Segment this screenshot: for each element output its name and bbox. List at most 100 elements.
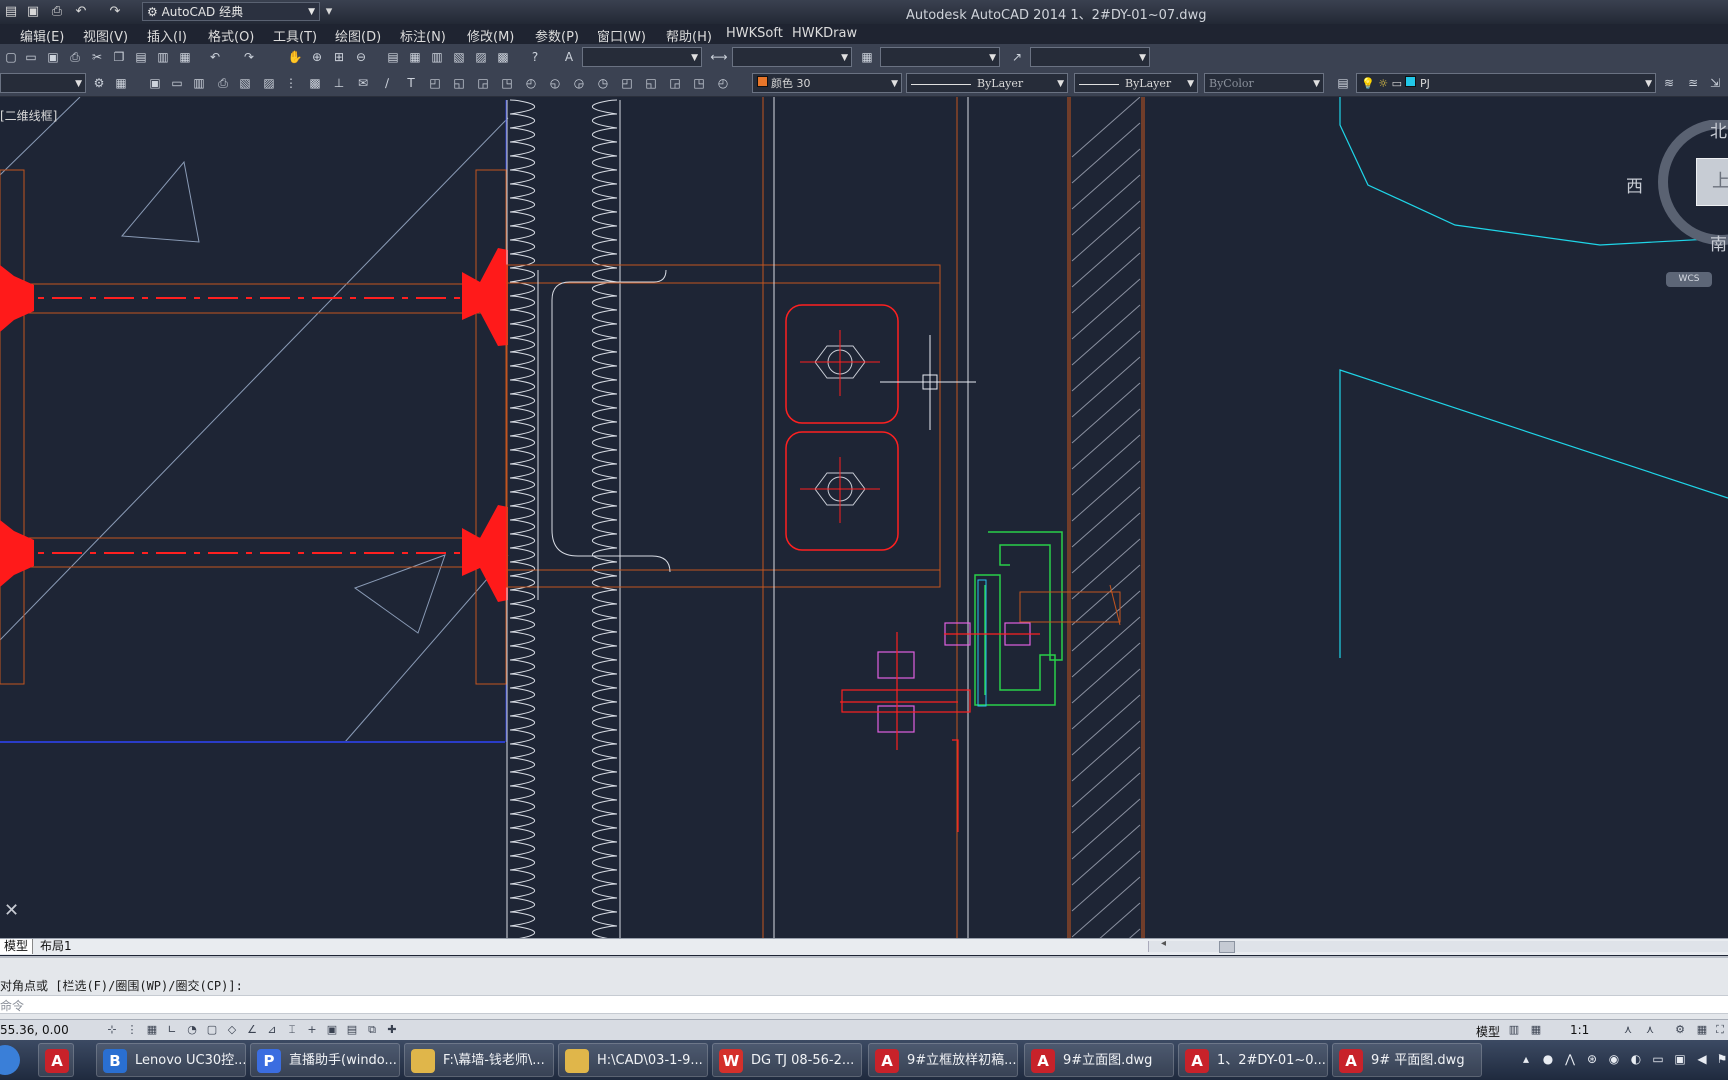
tray-app-icon[interactable]: ⋀: [1562, 1051, 1578, 1067]
grid-display-icon[interactable]: ▦: [144, 1022, 160, 1038]
start-button[interactable]: [0, 1045, 20, 1075]
green-tool-2-icon[interactable]: ◱: [450, 74, 468, 92]
window-tool-icon[interactable]: ▭: [168, 74, 186, 92]
layer-previous-icon[interactable]: ≊: [1684, 74, 1702, 92]
settings-icon[interactable]: ⚙: [90, 74, 108, 92]
scale-tool-icon[interactable]: ▩: [306, 74, 324, 92]
quick-view-layouts-icon[interactable]: ▥: [1506, 1022, 1522, 1038]
annotation-monitor-icon[interactable]: ✚: [384, 1022, 400, 1038]
print-icon[interactable]: ⎙: [48, 3, 66, 21]
lineweight-icon[interactable]: +: [304, 1022, 320, 1038]
viewport-label[interactable]: [二维线框]: [0, 107, 57, 124]
scroll-thumb[interactable]: [1219, 941, 1235, 953]
frame-tool-icon[interactable]: ▨: [260, 74, 278, 92]
draw-tool-icon[interactable]: ∕: [378, 74, 396, 92]
layer-combo[interactable]: 💡 ☼ ▭ PJ ▼: [1356, 73, 1656, 93]
viewcube-top-face[interactable]: 上: [1696, 158, 1728, 206]
help-icon[interactable]: ?: [526, 48, 544, 66]
open-icon[interactable]: ▭: [22, 48, 40, 66]
zoom-window-icon[interactable]: ⊞: [330, 48, 348, 66]
text-style-combo[interactable]: ▼: [582, 47, 702, 67]
markup-icon[interactable]: ▨: [472, 48, 490, 66]
taskbar-button[interactable]: A 1、2#DY-01~0...: [1178, 1043, 1328, 1077]
green-tool-11-icon[interactable]: ◲: [666, 74, 684, 92]
annotation-visibility-icon[interactable]: ⋏: [1620, 1022, 1636, 1038]
green-tool-10-icon[interactable]: ◱: [642, 74, 660, 92]
pinned-autocad-button[interactable]: A: [38, 1043, 74, 1077]
tray-network-icon[interactable]: ⊛: [1584, 1051, 1600, 1067]
layer-properties-icon[interactable]: ▤: [1334, 74, 1352, 92]
app-menu-icon[interactable]: ▤: [2, 3, 20, 21]
taskbar-button[interactable]: A 9# 平面图.dwg: [1332, 1043, 1482, 1077]
model-space-toggle[interactable]: 模型: [1476, 1023, 1500, 1040]
image-tool-icon[interactable]: ▧: [236, 74, 254, 92]
viewcube-north[interactable]: 北: [1710, 117, 1727, 142]
save-toolbar-icon[interactable]: ▣: [44, 48, 62, 66]
menu-hwkdraw[interactable]: HWKDraw: [792, 26, 857, 41]
infer-constraints-icon[interactable]: ⊹: [104, 1022, 120, 1038]
green-tool-12-icon[interactable]: ◳: [690, 74, 708, 92]
selection-cycling-icon[interactable]: ⧉: [364, 1022, 380, 1038]
table-style-icon[interactable]: ▦: [858, 48, 876, 66]
undo-icon[interactable]: ↶: [72, 3, 90, 21]
menu-edit[interactable]: 编辑(E): [20, 26, 64, 45]
lineweight-combo[interactable]: ByLayer ▼: [1074, 73, 1198, 93]
menu-format[interactable]: 格式(O): [208, 26, 254, 45]
lock-tool-icon[interactable]: ▥: [190, 74, 208, 92]
tray-flag-icon[interactable]: ⚑: [1714, 1051, 1728, 1067]
new-icon[interactable]: ▢: [2, 48, 20, 66]
taskbar-button[interactable]: F:\幕墙-钱老师\...: [404, 1043, 554, 1077]
menu-dimension[interactable]: 标注(N): [400, 26, 446, 45]
taskbar-button[interactable]: H:\CAD\03-1-9...: [558, 1043, 708, 1077]
cut-icon[interactable]: ✂: [88, 48, 106, 66]
block-editor-icon[interactable]: ▦: [176, 48, 194, 66]
qq-icon[interactable]: ●: [1540, 1051, 1556, 1067]
auto-scale-icon[interactable]: ⋏: [1642, 1022, 1658, 1038]
paste-icon[interactable]: ▤: [132, 48, 150, 66]
scroll-left-icon[interactable]: ◂: [1161, 938, 1166, 949]
3d-object-snap-icon[interactable]: ◇: [224, 1022, 240, 1038]
mleader-style-icon[interactable]: ↗: [1008, 48, 1026, 66]
text-tool-icon[interactable]: T: [402, 74, 420, 92]
save-icon[interactable]: ▣: [24, 3, 42, 21]
dim-style-icon[interactable]: ⟷: [710, 48, 728, 66]
tray-chat-icon[interactable]: ◐: [1628, 1051, 1644, 1067]
viewcube-west[interactable]: 西: [1626, 172, 1643, 197]
dim-style-combo[interactable]: ▼: [732, 47, 852, 67]
mail-tool-icon[interactable]: ✉: [354, 74, 372, 92]
snap-mode-icon[interactable]: ⋮: [124, 1022, 140, 1038]
annotation-scale[interactable]: 1:1: [1570, 1023, 1589, 1037]
green-tool-6-icon[interactable]: ◵: [546, 74, 564, 92]
menu-modify[interactable]: 修改(M): [467, 26, 514, 45]
pan-icon[interactable]: ✋: [286, 48, 304, 66]
design-center-icon[interactable]: ▦: [406, 48, 424, 66]
redo-icon[interactable]: ↷: [106, 3, 124, 21]
measure-tool-icon[interactable]: ⊥: [330, 74, 348, 92]
taskbar-button[interactable]: P 直播助手(windo...: [250, 1043, 400, 1077]
taskbar-button[interactable]: A 9#立框放样初稿...: [868, 1043, 1018, 1077]
grid-tool-icon[interactable]: ⋮: [282, 74, 300, 92]
taskbar-button[interactable]: W DG TJ 08-56-2...: [712, 1043, 862, 1077]
drawing-canvas[interactable]: [0, 97, 1728, 940]
print-tool-icon[interactable]: ⎙: [214, 74, 232, 92]
sheet-set-icon[interactable]: ▧: [450, 48, 468, 66]
redo-toolbar-icon[interactable]: ↷: [240, 48, 258, 66]
green-tool-3-icon[interactable]: ◲: [474, 74, 492, 92]
dynamic-input-icon[interactable]: ⌶: [284, 1022, 300, 1038]
layer-iso-icon[interactable]: ⇲: [1706, 74, 1724, 92]
workspace-select[interactable]: ⚙ AutoCAD 经典 ▼: [142, 2, 320, 21]
plot-icon[interactable]: ⎙: [66, 48, 84, 66]
green-tool-8-icon[interactable]: ◷: [594, 74, 612, 92]
menu-window[interactable]: 窗口(W): [597, 26, 646, 45]
copy-icon[interactable]: ❐: [110, 48, 128, 66]
properties-icon[interactable]: ▤: [384, 48, 402, 66]
color-combo[interactable]: 颜色 30 ▼: [752, 73, 902, 93]
dynamic-ucs-icon[interactable]: ⊿: [264, 1022, 280, 1038]
toolbar-lock-icon[interactable]: ▦: [1694, 1022, 1710, 1038]
layer-state-icon[interactable]: ▦: [112, 74, 130, 92]
green-tool-4-icon[interactable]: ◳: [498, 74, 516, 92]
tray-expand-icon[interactable]: ▴: [1518, 1051, 1534, 1067]
quick-view-drawings-icon[interactable]: ▦: [1528, 1022, 1544, 1038]
menu-tools[interactable]: 工具(T): [273, 26, 317, 45]
menu-parametric[interactable]: 参数(P): [535, 26, 579, 45]
